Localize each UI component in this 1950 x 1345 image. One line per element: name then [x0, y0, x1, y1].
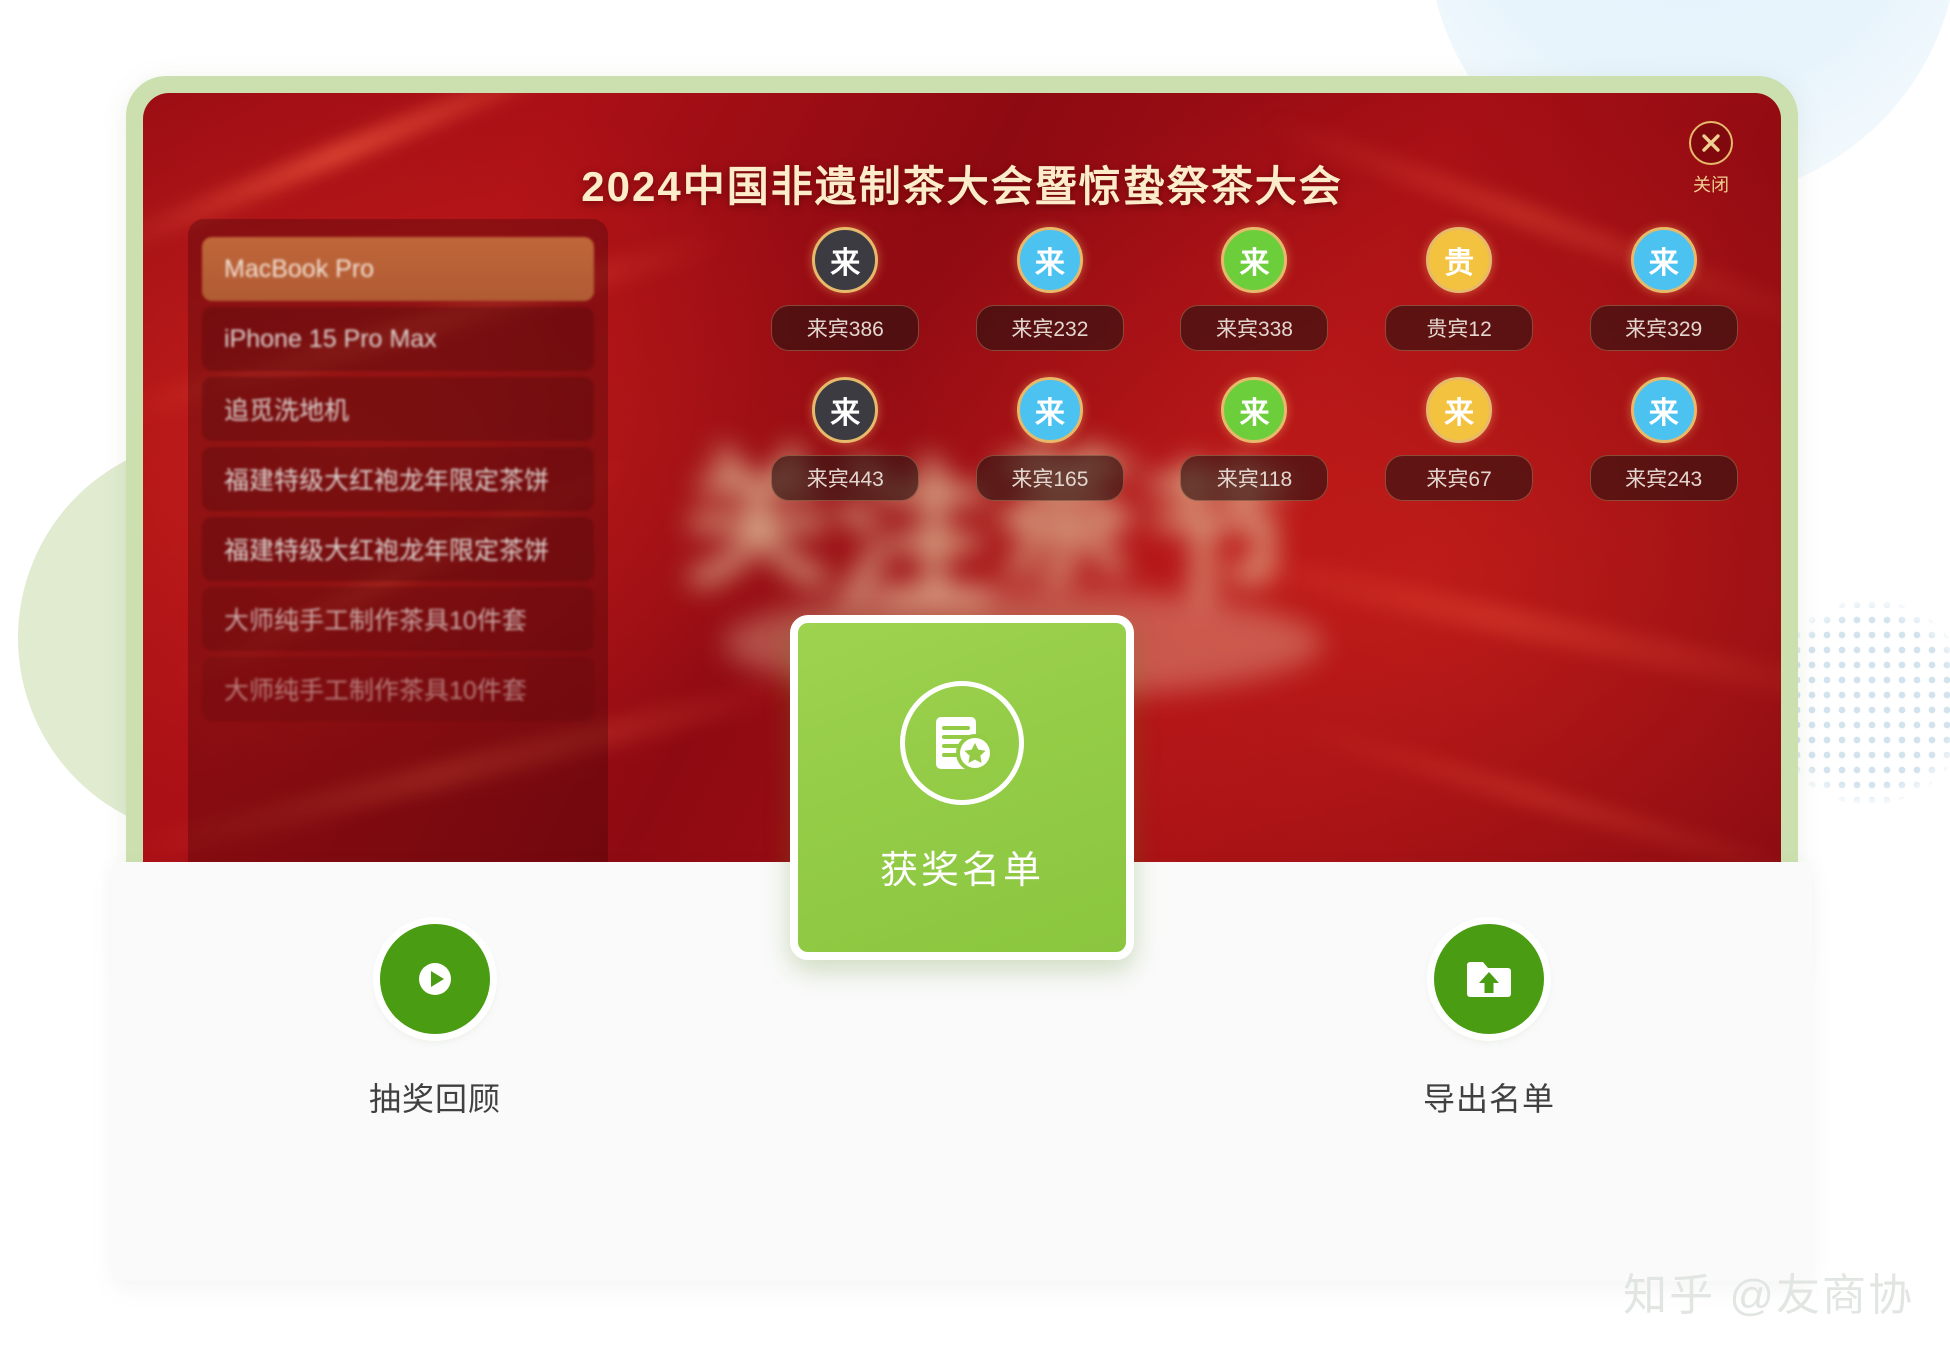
close-button[interactable]: 关闭 — [1671, 121, 1751, 197]
guest-avatar: 来 — [1630, 227, 1697, 293]
prize-list-item[interactable]: iPhone 15 Pro Max — [202, 307, 594, 371]
prize-list-item[interactable]: 大师纯手工制作茶具10件套 — [202, 587, 594, 651]
close-x-icon — [1689, 121, 1733, 165]
prize-list-item[interactable]: 福建特级大红袍龙年限定茶饼 — [202, 517, 594, 581]
guest-avatar: 来 — [812, 227, 879, 293]
guest-cell[interactable]: 来 来宾243 — [1566, 377, 1761, 501]
guest-cell[interactable]: 贵 贵宾12 — [1362, 227, 1557, 351]
export-button[interactable]: 导出名单 — [1374, 924, 1604, 1120]
close-button-label: 关闭 — [1693, 175, 1729, 195]
guest-cell[interactable]: 来 来宾338 — [1157, 227, 1352, 351]
replay-button-label: 抽奖回顾 — [368, 1081, 501, 1117]
guest-tag: 来宾329 — [1589, 305, 1738, 351]
prize-label: 追觅洗地机 — [224, 397, 350, 425]
guest-avatar: 来 — [1221, 377, 1288, 443]
guest-cell[interactable]: 来 来宾329 — [1566, 227, 1761, 351]
prize-label: iPhone 15 Pro Max — [224, 324, 437, 353]
prize-label: 福建特级大红袍龙年限定茶饼 — [224, 537, 550, 565]
guest-cell[interactable]: 来 来宾232 — [953, 227, 1148, 351]
guest-tag: 来宾338 — [1180, 305, 1329, 351]
guest-avatar: 贵 — [1426, 227, 1493, 293]
prize-list-item[interactable]: 福建特级大红袍龙年限定茶饼 — [202, 447, 594, 511]
guest-cell[interactable]: 来 来宾118 — [1157, 377, 1352, 501]
guest-cell[interactable]: 来 来宾443 — [748, 377, 943, 501]
prize-label: MacBook Pro — [224, 254, 375, 283]
guest-avatar: 来 — [1221, 227, 1288, 293]
guest-tag: 来宾443 — [771, 455, 920, 501]
play-circle-icon — [380, 924, 490, 1034]
guest-tag: 来宾118 — [1180, 455, 1329, 501]
screenshot-root: 关 注 茶 节 2024中国非遗制茶大会暨惊蛰祭茶大会 关闭 MacBook P… — [0, 0, 1950, 1345]
guest-tag: 来宾165 — [975, 455, 1124, 501]
guest-avatar: 来 — [812, 377, 879, 443]
guest-cell[interactable]: 来 来宾386 — [748, 227, 943, 351]
guest-avatar: 来 — [1016, 377, 1083, 443]
guest-tag: 来宾232 — [975, 305, 1124, 351]
guest-avatar: 来 — [1016, 227, 1083, 293]
prize-label: 福建特级大红袍龙年限定茶饼 — [224, 467, 550, 495]
guest-cell[interactable]: 来 来宾67 — [1362, 377, 1557, 501]
guest-tag: 来宾67 — [1385, 455, 1534, 501]
replay-button[interactable]: 抽奖回顾 — [320, 924, 550, 1120]
guest-cell[interactable]: 来 来宾165 — [953, 377, 1148, 501]
bottom-action-panel: 抽奖回顾 导出名单 获奖名单 — [112, 615, 1812, 1281]
winners-list-button[interactable]: 获奖名单 — [790, 615, 1134, 960]
guest-avatar: 来 — [1426, 377, 1493, 443]
export-button-label: 导出名单 — [1422, 1081, 1555, 1117]
banner-title: 2024中国非遗制茶大会暨惊蛰祭茶大会 — [581, 163, 1343, 210]
prize-list-item[interactable]: 大师纯手工制作茶具10件套 — [202, 657, 594, 721]
prize-label: 大师纯手工制作茶具10件套 — [224, 677, 527, 705]
guest-grid: 来 来宾386 来 来宾232 来 来宾338 贵 贵宾12 来 来宾329 来… — [748, 227, 1761, 501]
watermark: 知乎 @友商协 — [1623, 1271, 1914, 1320]
prize-list-item[interactable]: 追觅洗地机 — [202, 377, 594, 441]
list-star-badge-icon — [900, 681, 1024, 805]
guest-tag: 来宾386 — [771, 305, 920, 351]
prize-label: 大师纯手工制作茶具10件套 — [224, 607, 527, 635]
guest-tag: 贵宾12 — [1385, 305, 1534, 351]
winners-list-label: 获奖名单 — [879, 850, 1044, 892]
guest-avatar: 来 — [1630, 377, 1697, 443]
prize-list-item[interactable]: MacBook Pro — [202, 237, 594, 301]
guest-tag: 来宾243 — [1589, 455, 1738, 501]
folder-upload-icon — [1434, 924, 1544, 1034]
